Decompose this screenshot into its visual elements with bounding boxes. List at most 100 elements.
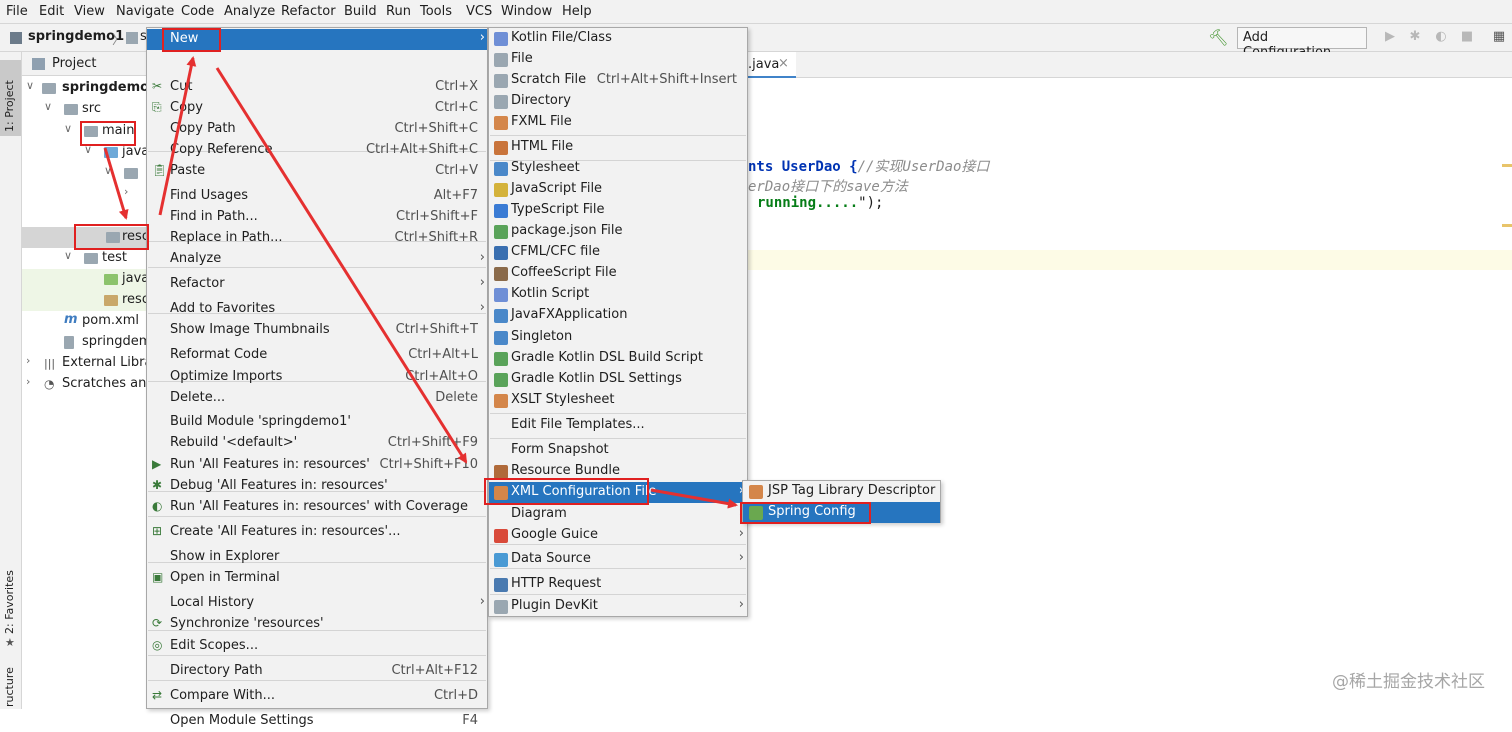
close-icon[interactable]: × bbox=[778, 56, 789, 71]
menu-item-add-to-favorites[interactable]: Add to Favorites › bbox=[147, 299, 487, 320]
submenu-item-stylesheet[interactable]: Stylesheet bbox=[489, 158, 747, 179]
menu-code[interactable]: Code bbox=[181, 4, 214, 19]
maven-icon: m bbox=[64, 312, 78, 327]
menu-item-show-image-thumbnails[interactable]: Show Image Thumbnails Ctrl+Shift+T bbox=[147, 320, 487, 341]
menu-help[interactable]: Help bbox=[562, 4, 592, 19]
submenu-item-data-source[interactable]: Data Source › bbox=[489, 549, 747, 570]
menu-build[interactable]: Build bbox=[344, 4, 377, 19]
menu-item-replace-in-path[interactable]: Replace in Path... Ctrl+Shift+R bbox=[147, 228, 487, 249]
menu-item-optimize-imports[interactable]: Optimize Imports Ctrl+Alt+O bbox=[147, 367, 487, 388]
submenu-item-plugin-devkit[interactable]: Plugin DevKit › bbox=[489, 596, 747, 617]
error-stripe-marker bbox=[1502, 164, 1512, 167]
menu-refactor[interactable]: Refactor bbox=[281, 4, 336, 19]
menu-item-debug-all-features-in-resources[interactable]: ✱ Debug 'All Features in: resources' bbox=[147, 476, 487, 497]
tree-row[interactable]: › ◔ Scratches and bbox=[22, 374, 146, 395]
tree-row[interactable]: java bbox=[22, 269, 146, 290]
menu-item-copy-reference[interactable]: Copy Reference Ctrl+Alt+Shift+C bbox=[147, 140, 487, 161]
menu-item-directory-path[interactable]: Directory Path Ctrl+Alt+F12 bbox=[147, 661, 487, 682]
submenu-item-gradle-kotlin-dsl-settings[interactable]: Gradle Kotlin DSL Settings bbox=[489, 369, 747, 390]
tree-row[interactable]: ›|||External Librar bbox=[22, 353, 146, 374]
menu-item-compare-with[interactable]: ⇄ Compare With... Ctrl+D bbox=[147, 686, 487, 707]
submenu-item-javafxapplication[interactable]: JavaFXApplication bbox=[489, 305, 747, 326]
submenu-item-diagram[interactable]: Diagram› bbox=[489, 504, 747, 525]
menu-item-run-all-features-in-resources-with-coverage[interactable]: ◐ Run 'All Features in: resources' with C… bbox=[147, 497, 487, 518]
submenu-item-file[interactable]: File bbox=[489, 49, 747, 70]
menu-item-cut[interactable]: ✂ Cut Ctrl+X bbox=[147, 77, 487, 98]
submenu-item-gradle-kotlin-dsl-build-script[interactable]: Gradle Kotlin DSL Build Script bbox=[489, 348, 747, 369]
menu-item-local-history[interactable]: Local History › bbox=[147, 593, 487, 614]
submenu-item-directory[interactable]: Directory bbox=[489, 91, 747, 112]
add-configuration-button[interactable]: Add Configuration... bbox=[1237, 27, 1367, 60]
menu-analyze[interactable]: Analyze bbox=[224, 4, 275, 19]
submenu-item-html-file[interactable]: HTML File bbox=[489, 137, 747, 158]
menu-item-paste[interactable]: 📋︎ Paste Ctrl+V bbox=[147, 161, 487, 182]
debug-icon[interactable]: ✱ bbox=[1408, 30, 1422, 44]
menu-run[interactable]: Run bbox=[386, 4, 411, 19]
submenu-item-javascript-file[interactable]: JavaScript File bbox=[489, 179, 747, 200]
menu-item-reformat-code[interactable]: Reformat Code Ctrl+Alt+L bbox=[147, 345, 487, 366]
tree-row[interactable]: ∨ test bbox=[22, 248, 146, 269]
submenu-item-kotlin-script[interactable]: Kotlin Script bbox=[489, 284, 747, 305]
submenu-item-label: CFML/CFC file bbox=[511, 244, 600, 259]
menu-item-synchronize-resources[interactable]: ⟳ Synchronize 'resources' bbox=[147, 614, 487, 635]
tree-row[interactable]: m pom.xml bbox=[22, 311, 146, 332]
tree-row[interactable]: ∨ bbox=[22, 163, 146, 184]
breadcrumb-project[interactable]: springdemo1 bbox=[28, 29, 124, 44]
menu-edit[interactable]: Edit bbox=[39, 4, 64, 19]
menu-item-edit-scopes[interactable]: ◎ Edit Scopes... bbox=[147, 636, 487, 657]
menu-window[interactable]: Window bbox=[501, 4, 552, 19]
menu-item-shortcut: Ctrl+Alt+L bbox=[408, 347, 478, 362]
menu-vcs[interactable]: VCS bbox=[466, 4, 492, 19]
menu-item-open-in-terminal[interactable]: ▣ Open in Terminal bbox=[147, 568, 487, 589]
menu-item-create-all-features-in-resources[interactable]: ⊞ Create 'All Features in: resources'... bbox=[147, 522, 487, 543]
xml-submenu-item-jsp-tag-library-descriptor[interactable]: JSP Tag Library Descriptor bbox=[743, 481, 940, 502]
project-structure-icon[interactable]: ▦ bbox=[1492, 30, 1506, 44]
submenu-item-singleton[interactable]: Singleton bbox=[489, 327, 747, 348]
tree-row[interactable]: ∨springdemo1 bbox=[22, 78, 146, 99]
menu-item-open-module-settings[interactable]: Open Module Settings F4 bbox=[147, 711, 487, 732]
coverage-icon[interactable]: ◐ bbox=[1434, 30, 1448, 44]
submenu-item-package-json-file[interactable]: package.json File bbox=[489, 221, 747, 242]
menu-item-delete[interactable]: Delete... Delete bbox=[147, 388, 487, 409]
tree-row[interactable]: ∨ src bbox=[22, 99, 146, 120]
submenu-item-xslt-stylesheet[interactable]: XSLT Stylesheet bbox=[489, 390, 747, 411]
tree-row[interactable]: › bbox=[22, 184, 146, 205]
menu-navigate[interactable]: Navigate bbox=[116, 4, 174, 19]
submenu-item-label: Singleton bbox=[511, 329, 573, 344]
editor-tab[interactable]: .java × bbox=[746, 52, 796, 78]
submenu-item-cfml-cfc-file[interactable]: CFML/CFC file bbox=[489, 242, 747, 263]
menu-item-copy[interactable]: ⎘ Copy Ctrl+C bbox=[147, 98, 487, 119]
favorites-tool-tab[interactable]: 2: Favorites bbox=[3, 570, 16, 634]
hammer-icon[interactable]: 🔨︎ bbox=[1208, 28, 1228, 47]
menu-item-run-all-features-in-resources[interactable]: ▶ Run 'All Features in: resources' Ctrl+Sh… bbox=[147, 455, 487, 476]
tree-row[interactable]: springdem bbox=[22, 332, 146, 353]
submenu-item-google-guice[interactable]: Google Guice › bbox=[489, 525, 747, 546]
menu-item-find-usages[interactable]: Find Usages Alt+F7 bbox=[147, 186, 487, 207]
submenu-item-scratch-file[interactable]: Scratch File Ctrl+Alt+Shift+Insert bbox=[489, 70, 747, 91]
menu-item-shortcut: Ctrl+C bbox=[434, 100, 478, 115]
submenu-item-typescript-file[interactable]: TypeScript File bbox=[489, 200, 747, 221]
menu-item-copy-path[interactable]: Copy Path Ctrl+Shift+C bbox=[147, 119, 487, 140]
menu-item-analyze[interactable]: Analyze › bbox=[147, 249, 487, 270]
menu-item-build-module-springdemo1[interactable]: Build Module 'springdemo1' bbox=[147, 412, 487, 433]
project-tool-tab[interactable]: 1: Project bbox=[3, 80, 16, 132]
structure-tool-tab[interactable]: ructure bbox=[3, 667, 16, 707]
menu-item-show-in-explorer[interactable]: Show in Explorer bbox=[147, 547, 487, 568]
tree-row[interactable]: reso bbox=[22, 290, 146, 311]
submenu-item-coffeescript-file[interactable]: CoffeeScript File bbox=[489, 263, 747, 284]
menu-tools[interactable]: Tools bbox=[420, 4, 452, 19]
stop-icon[interactable]: ■ bbox=[1460, 30, 1474, 44]
submenu-item-http-request[interactable]: HTTP Request bbox=[489, 574, 747, 595]
submenu-item-form-snapshot[interactable]: Form Snapshot bbox=[489, 440, 747, 461]
menu-item-find-in-path[interactable]: Find in Path... Ctrl+Shift+F bbox=[147, 207, 487, 228]
submenu-item-kotlin-file-class[interactable]: Kotlin File/Class bbox=[489, 28, 747, 49]
submenu-item-fxml-file[interactable]: FXML File bbox=[489, 112, 747, 133]
menu-item-refactor[interactable]: Refactor › bbox=[147, 274, 487, 295]
project-panel-title[interactable]: Project bbox=[52, 56, 96, 71]
file-type-icon bbox=[494, 600, 508, 614]
run-icon[interactable]: ▶ bbox=[1383, 30, 1397, 44]
menu-view[interactable]: View bbox=[74, 4, 105, 19]
menu-file[interactable]: File bbox=[6, 4, 28, 19]
menu-item-rebuild-default[interactable]: Rebuild '<default>' Ctrl+Shift+F9 bbox=[147, 433, 487, 454]
submenu-item-edit-file-templates[interactable]: Edit File Templates... bbox=[489, 415, 747, 436]
